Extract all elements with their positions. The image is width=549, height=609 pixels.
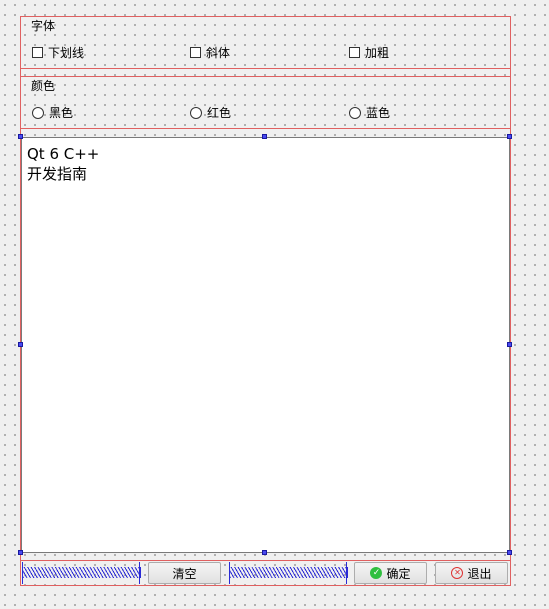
- italic-checkbox[interactable]: 斜体: [190, 44, 230, 61]
- bold-checkbox[interactable]: 加粗: [349, 44, 389, 61]
- bold-label: 加粗: [365, 46, 390, 60]
- resize-handle-top-right[interactable]: [507, 134, 512, 139]
- check-circle-icon: ✓: [370, 567, 383, 579]
- editor-line-1: Qt 6 C++: [27, 145, 100, 163]
- ok-button[interactable]: ✓ 确定: [354, 562, 427, 584]
- underline-label: 下划线: [48, 46, 85, 60]
- resize-handle-bottom[interactable]: [262, 550, 267, 555]
- exit-button-label: 退出: [467, 566, 492, 581]
- resize-handle-right[interactable]: [507, 342, 512, 347]
- resize-handle-bottom-right[interactable]: [507, 550, 512, 555]
- blue-radio[interactable]: 蓝色: [349, 104, 390, 121]
- spacer-frame-left: [22, 562, 140, 584]
- text-editor[interactable]: Qt 6 C++ 开发指南: [21, 137, 510, 553]
- resize-handle-top[interactable]: [262, 134, 267, 139]
- radio-indicator: [349, 106, 361, 119]
- checkbox-indicator: [32, 47, 43, 58]
- resize-handle-bottom-left[interactable]: [18, 550, 23, 555]
- red-label: 红色: [207, 106, 232, 120]
- spacer-frame-right: [229, 562, 347, 584]
- red-radio[interactable]: 红色: [190, 104, 231, 121]
- editor-line-2: 开发指南: [27, 165, 88, 183]
- resize-handle-left[interactable]: [18, 342, 23, 347]
- checkbox-indicator: [190, 47, 201, 58]
- color-groupbox: [20, 76, 511, 129]
- font-groupbox: [20, 16, 511, 69]
- radio-indicator: [190, 106, 202, 119]
- radio-indicator: [32, 106, 44, 119]
- color-group-title: 颜色: [31, 79, 56, 93]
- checkbox-indicator: [349, 47, 360, 58]
- black-radio[interactable]: 黑色: [32, 104, 73, 121]
- resize-handle-top-left[interactable]: [18, 134, 23, 139]
- exit-button[interactable]: ✕ 退出: [435, 562, 508, 584]
- blue-label: 蓝色: [366, 106, 391, 120]
- clear-button[interactable]: 清空: [148, 562, 221, 584]
- font-group-title: 字体: [31, 19, 56, 33]
- italic-label: 斜体: [206, 46, 231, 60]
- underline-checkbox[interactable]: 下划线: [32, 44, 84, 61]
- ok-button-label: 确定: [386, 566, 411, 581]
- clear-button-label: 清空: [172, 566, 197, 581]
- black-label: 黑色: [49, 106, 74, 120]
- close-circle-icon: ✕: [451, 567, 464, 579]
